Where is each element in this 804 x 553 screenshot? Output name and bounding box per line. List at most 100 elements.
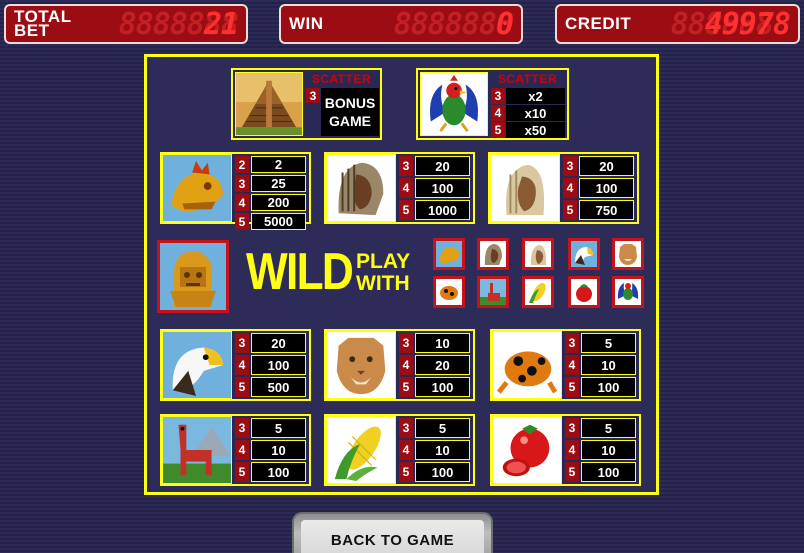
golden-serpent-head-icon — [162, 154, 232, 222]
multiplier-value: x50 — [506, 122, 565, 138]
count: 3 — [563, 156, 577, 176]
count: 3 — [399, 333, 413, 353]
puma-icon — [326, 331, 396, 399]
count: 4 — [565, 355, 579, 375]
count: 4 — [563, 178, 577, 198]
count: 3 — [235, 333, 249, 353]
paytable-card-frog: 35 4 10 5 100 — [490, 329, 641, 401]
back-to-game-button[interactable]: BACK TO GAME — [292, 512, 493, 553]
multiplier-value: x10 — [506, 105, 565, 121]
count: 3 — [399, 156, 413, 176]
count: 5 — [399, 200, 413, 220]
wild-symbol — [157, 240, 229, 313]
aztec-warrior-icon — [477, 238, 509, 270]
payout: 20 — [415, 355, 470, 375]
scatter-bonus-card: SCATTER 3 BONUS GAME — [231, 68, 382, 140]
credit-label: CREDIT — [565, 14, 632, 33]
multiplier-value: x2 — [506, 88, 565, 104]
count: 3 — [235, 175, 249, 192]
payout: 10 — [415, 440, 470, 460]
payout: 100 — [581, 377, 636, 397]
payout: 25 — [251, 175, 306, 192]
payout: 5 — [415, 418, 470, 438]
credit-digits: 8888888 49978 — [670, 6, 791, 42]
count: 5 — [399, 462, 413, 482]
total-bet-label: TOTAL BET — [14, 7, 72, 40]
payout: 100 — [581, 462, 636, 482]
tomato-icon — [568, 276, 600, 308]
back-to-game-label[interactable]: BACK TO GAME — [301, 520, 484, 553]
paytable-card-llama: 35 4 10 5 100 — [160, 414, 311, 486]
frog-icon — [433, 276, 465, 308]
aztec-woman-icon — [490, 154, 560, 222]
count: 3 — [565, 333, 579, 353]
win-digits: 8888888 0 — [393, 6, 514, 42]
bonus-game-text: BONUS GAME — [321, 88, 379, 136]
payout: 100 — [415, 377, 470, 397]
count: 3 — [235, 418, 249, 438]
total-bet-value: 21 — [203, 6, 239, 42]
scatter-title-2: SCATTER — [497, 72, 558, 86]
win-label: WIN — [289, 14, 324, 33]
count: 4 — [399, 178, 413, 198]
play-with-text: PLAY WITH — [356, 250, 410, 295]
count: 4 — [399, 440, 413, 460]
payout: 10 — [415, 333, 470, 353]
payout: 20 — [579, 156, 634, 176]
count: 4 — [565, 440, 579, 460]
wild-title: WILD — [246, 243, 354, 301]
corn-icon — [326, 416, 396, 484]
count: 4 — [235, 440, 249, 460]
pyramid-icon — [235, 72, 303, 136]
count-5: 5 — [491, 122, 505, 138]
count: 4 — [235, 194, 249, 211]
payout: 100 — [415, 178, 470, 198]
payout: 200 — [251, 194, 306, 211]
count: 5 — [565, 377, 579, 397]
win-display: WIN 8888888 0 — [279, 4, 523, 44]
count: 5 — [399, 377, 413, 397]
paytable-card-warrior: 3 20 4 100 5 1000 — [324, 152, 475, 224]
win-value: 0 — [495, 6, 514, 42]
count: 5 — [563, 200, 577, 220]
payout: 100 — [415, 462, 470, 482]
tomato-icon — [492, 416, 562, 484]
aztec-woman-icon — [522, 238, 554, 270]
eagle-icon — [568, 238, 600, 270]
payout: 5 — [581, 333, 636, 353]
count: 3 — [565, 418, 579, 438]
rooster-icon — [420, 72, 488, 136]
paytable-card-puma: 3 10 4 20 5 100 — [324, 329, 475, 401]
payout: 20 — [251, 333, 306, 353]
payout: 750 — [579, 200, 634, 220]
total-bet-digits: 8888888 21 — [118, 6, 239, 42]
llama-icon — [477, 276, 509, 308]
llama-icon — [162, 416, 232, 484]
count-3: 3 — [491, 88, 505, 104]
credit-display: CREDIT 8888888 49978 — [555, 4, 800, 44]
count: 5 — [235, 377, 249, 397]
payout: 100 — [251, 355, 306, 375]
count: 4 — [235, 355, 249, 375]
total-bet-display: TOTAL BET 8888888 21 — [4, 4, 248, 44]
count: 5 — [235, 462, 249, 482]
puma-icon — [612, 238, 644, 270]
payout: 5 — [581, 418, 636, 438]
credit-value: 49978 — [704, 6, 791, 42]
payout: 5000 — [251, 213, 306, 230]
payout: 100 — [251, 462, 306, 482]
paytable-card-woman: 3 20 4 100 5 750 — [488, 152, 639, 224]
rooster-icon — [612, 276, 644, 308]
aztec-warrior-icon — [326, 154, 396, 222]
payout: 10 — [581, 355, 636, 375]
frog-icon — [492, 331, 562, 399]
paytable-card-serpent: 22 3 25 4 200 5 5000 — [160, 152, 311, 230]
golden-serpent-head-icon — [433, 238, 465, 270]
scatter-title: SCATTER — [311, 72, 372, 86]
payout: 10 — [251, 440, 306, 460]
payout: 2 — [251, 156, 306, 173]
payout: 1000 — [415, 200, 470, 220]
payout: 10 — [581, 440, 636, 460]
count: 2 — [235, 156, 249, 173]
payout: 100 — [579, 178, 634, 198]
